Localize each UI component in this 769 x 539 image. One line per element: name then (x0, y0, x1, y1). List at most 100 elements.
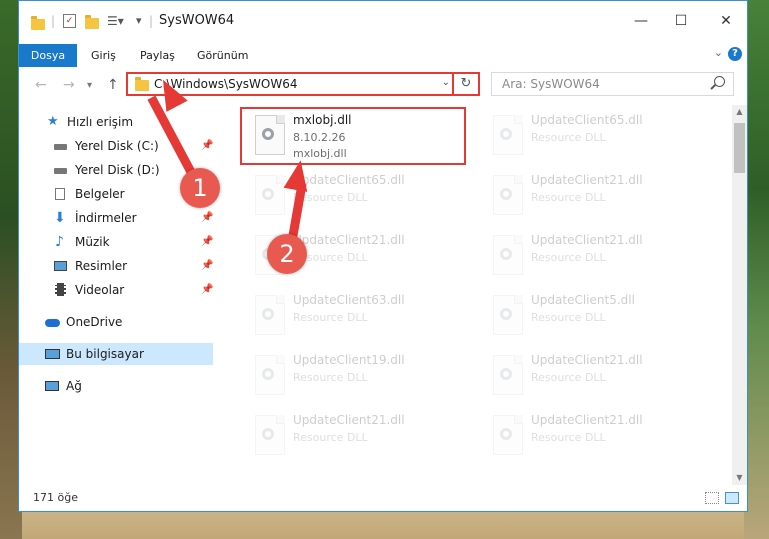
navigation-bar: ← → ▾ ↑ C:\Windows\SysWOW64 ⌄ ↻ Ara: Sys… (19, 69, 747, 101)
pin-icon[interactable]: 📌 (201, 255, 213, 277)
file-item[interactable]: UpdateClient5.dll Resource DLL (481, 289, 701, 345)
customize-toolbar-icon[interactable]: ☰▾ (107, 14, 124, 30)
sidebar-item-quick-access[interactable]: ★ Hızlı erişim (19, 111, 213, 133)
search-input[interactable]: Ara: SysWOW64 (502, 77, 600, 91)
pin-icon[interactable]: 📌 (201, 279, 213, 301)
sidebar-item-label: Ağ (66, 379, 82, 393)
sidebar-item-label: Yerel Disk (C:) (75, 139, 159, 153)
music-icon: ♪ (55, 234, 64, 250)
download-icon: ⬇ (54, 210, 66, 226)
separator: | (149, 14, 154, 28)
file-item[interactable]: UpdateClient21.dll Resource DLL (481, 169, 701, 225)
file-item[interactable]: UpdateClient21.dll Resource DLL (481, 409, 701, 465)
cloud-icon (45, 319, 60, 327)
film-icon (55, 283, 66, 296)
file-description: Resource DLL (531, 191, 606, 204)
file-item[interactable]: UpdateClient21.dll Resource DLL (481, 349, 701, 405)
details-view-icon[interactable] (705, 492, 719, 504)
file-description: Resource DLL (531, 251, 606, 264)
scroll-thumb[interactable] (734, 123, 745, 173)
address-dropdown-icon[interactable]: ⌄ (442, 77, 450, 88)
explorer-window: | ✓ ☰▾ ▾ | SysWOW64 — ☐ ✕ Dosya Giriş Pa… (18, 0, 748, 512)
pin-icon[interactable]: 📌 (201, 231, 213, 253)
file-item[interactable]: UpdateClient63.dll Resource DLL (243, 289, 463, 345)
dll-file-icon (493, 295, 523, 335)
sidebar-item-music[interactable]: ♪ Müzik 📌 (19, 231, 213, 253)
gear-icon (262, 368, 274, 380)
file-description: Resource DLL (531, 131, 606, 144)
forward-button[interactable]: → (63, 77, 75, 93)
tab-home[interactable]: Giriş (91, 49, 116, 62)
file-item[interactable]: UpdateClient19.dll Resource DLL (243, 349, 463, 405)
folder-icon (31, 16, 45, 30)
step-2-badge: 2 (267, 234, 307, 274)
dll-file-icon (493, 175, 523, 215)
gear-icon (262, 428, 274, 440)
gear-icon (500, 128, 512, 140)
sidebar-item-label: Resimler (75, 259, 128, 273)
step-1-badge: 1 (180, 168, 220, 208)
sidebar-item-onedrive[interactable]: OneDrive (19, 311, 213, 333)
file-item[interactable]: UpdateClient65.dll Resource DLL (243, 169, 463, 225)
tab-view[interactable]: Görünüm (197, 49, 248, 62)
file-name: UpdateClient5.dll (531, 293, 635, 307)
sidebar-item-pictures[interactable]: Resimler 📌 (19, 255, 213, 277)
new-folder-icon[interactable] (85, 15, 99, 29)
sidebar-item-downloads[interactable]: ⬇ İndirmeler 📌 (19, 207, 213, 229)
properties-icon[interactable]: ✓ (63, 14, 76, 28)
back-button[interactable]: ← (35, 77, 47, 93)
pictures-icon (54, 261, 67, 271)
sidebar-item-this-pc[interactable]: Bu bilgisayar (19, 343, 213, 365)
close-button[interactable]: ✕ (712, 11, 740, 31)
search-icon[interactable] (714, 76, 725, 87)
ribbon-tabs: Dosya Giriş Paylaş Görünüm ⌄ ? (19, 41, 747, 67)
file-name: UpdateClient19.dll (293, 353, 405, 367)
sidebar-item-label: Bu bilgisayar (66, 347, 144, 361)
scroll-down-icon[interactable]: ▼ (732, 471, 747, 485)
drive-icon (54, 144, 67, 150)
pin-icon[interactable]: 📌 (201, 207, 213, 229)
separator: | (51, 14, 56, 28)
item-count: 171 öğe (33, 491, 78, 504)
file-name: UpdateClient21.dll (531, 353, 643, 367)
file-description: Resource DLL (293, 431, 368, 444)
file-description: Resource DLL (531, 371, 606, 384)
sidebar-item-label: Belgeler (75, 187, 125, 201)
dll-file-icon (255, 415, 285, 455)
file-item[interactable]: UpdateClient21.dll Resource DLL (243, 409, 463, 465)
tab-file[interactable]: Dosya (19, 44, 77, 67)
maximize-button[interactable]: ☐ (667, 11, 695, 31)
file-item[interactable]: UpdateClient65.dll Resource DLL (481, 109, 701, 165)
gear-icon (500, 368, 512, 380)
file-description: Resource DLL (531, 311, 606, 324)
gear-icon (500, 428, 512, 440)
refresh-button[interactable]: ↻ (452, 72, 478, 96)
vertical-scrollbar[interactable]: ▲ ▼ (732, 105, 747, 485)
large-icons-view-icon[interactable] (725, 492, 739, 504)
sidebar-item-label: İndirmeler (75, 211, 137, 225)
file-description: Resource DLL (531, 431, 606, 444)
dll-file-icon (493, 355, 523, 395)
scroll-up-icon[interactable]: ▲ (732, 105, 747, 119)
sidebar-item-videos[interactable]: Videolar 📌 (19, 279, 213, 301)
computer-icon (45, 349, 60, 359)
dll-file-icon (493, 415, 523, 455)
help-icon[interactable]: ? (728, 47, 742, 61)
recent-locations-button[interactable]: ▾ (87, 80, 92, 91)
dll-file-icon (493, 235, 523, 275)
sidebar-item-network[interactable]: Ağ (19, 375, 213, 397)
title-bar: | ✓ ☰▾ ▾ | SysWOW64 — ☐ ✕ (19, 1, 747, 41)
file-name: UpdateClient21.dll (531, 233, 643, 247)
file-name: UpdateClient21.dll (531, 413, 643, 427)
pin-icon[interactable]: 📌 (201, 135, 213, 157)
file-item[interactable]: UpdateClient21.dll Resource DLL (481, 229, 701, 285)
expand-ribbon-icon[interactable]: ⌄ (714, 46, 723, 59)
dll-file-icon (255, 355, 285, 395)
tab-share[interactable]: Paylaş (140, 49, 175, 62)
minimize-button[interactable]: — (627, 11, 655, 31)
file-name: UpdateClient63.dll (293, 293, 405, 307)
quick-access-dropdown-icon[interactable]: ▾ (136, 14, 142, 30)
up-button[interactable]: ↑ (107, 77, 119, 93)
search-box[interactable]: Ara: SysWOW64 (491, 72, 734, 96)
gear-icon (500, 308, 512, 320)
